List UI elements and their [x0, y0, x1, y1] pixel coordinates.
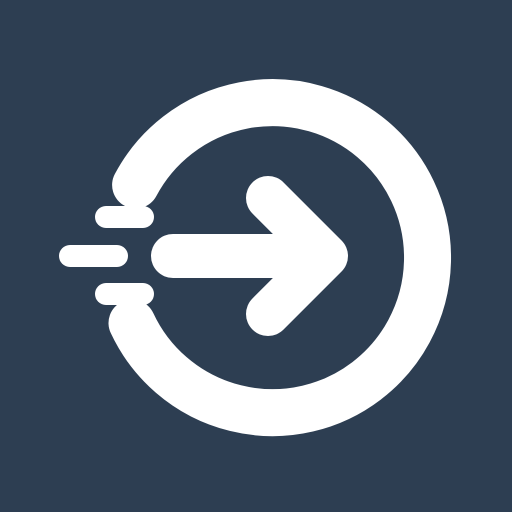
app-icon-canvas — [0, 0, 512, 512]
login-arrow-circle-icon — [59, 79, 452, 437]
